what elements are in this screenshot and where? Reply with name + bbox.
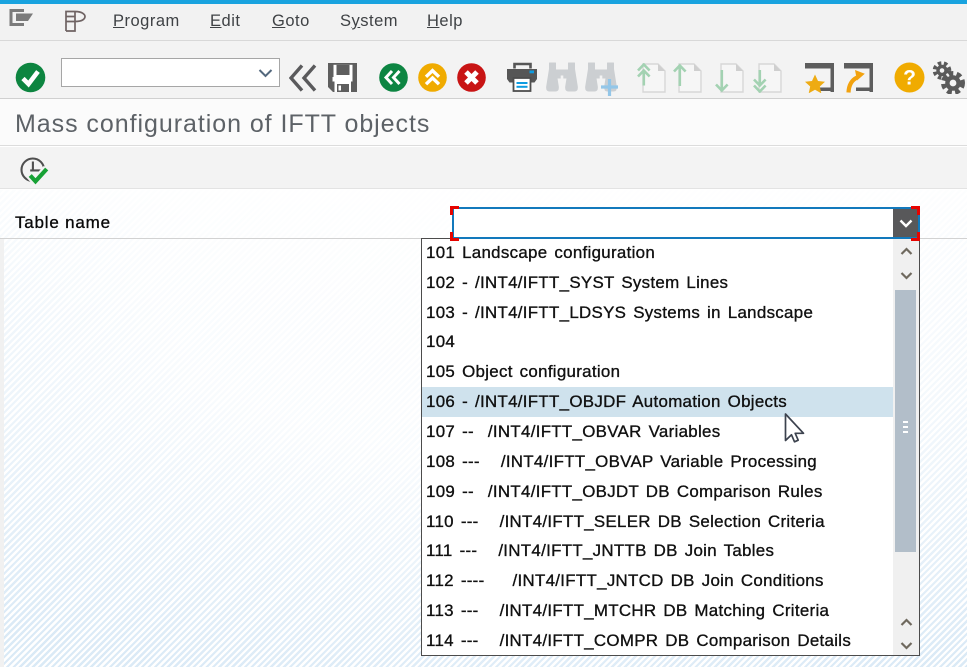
svg-text:?: ? xyxy=(903,67,916,90)
